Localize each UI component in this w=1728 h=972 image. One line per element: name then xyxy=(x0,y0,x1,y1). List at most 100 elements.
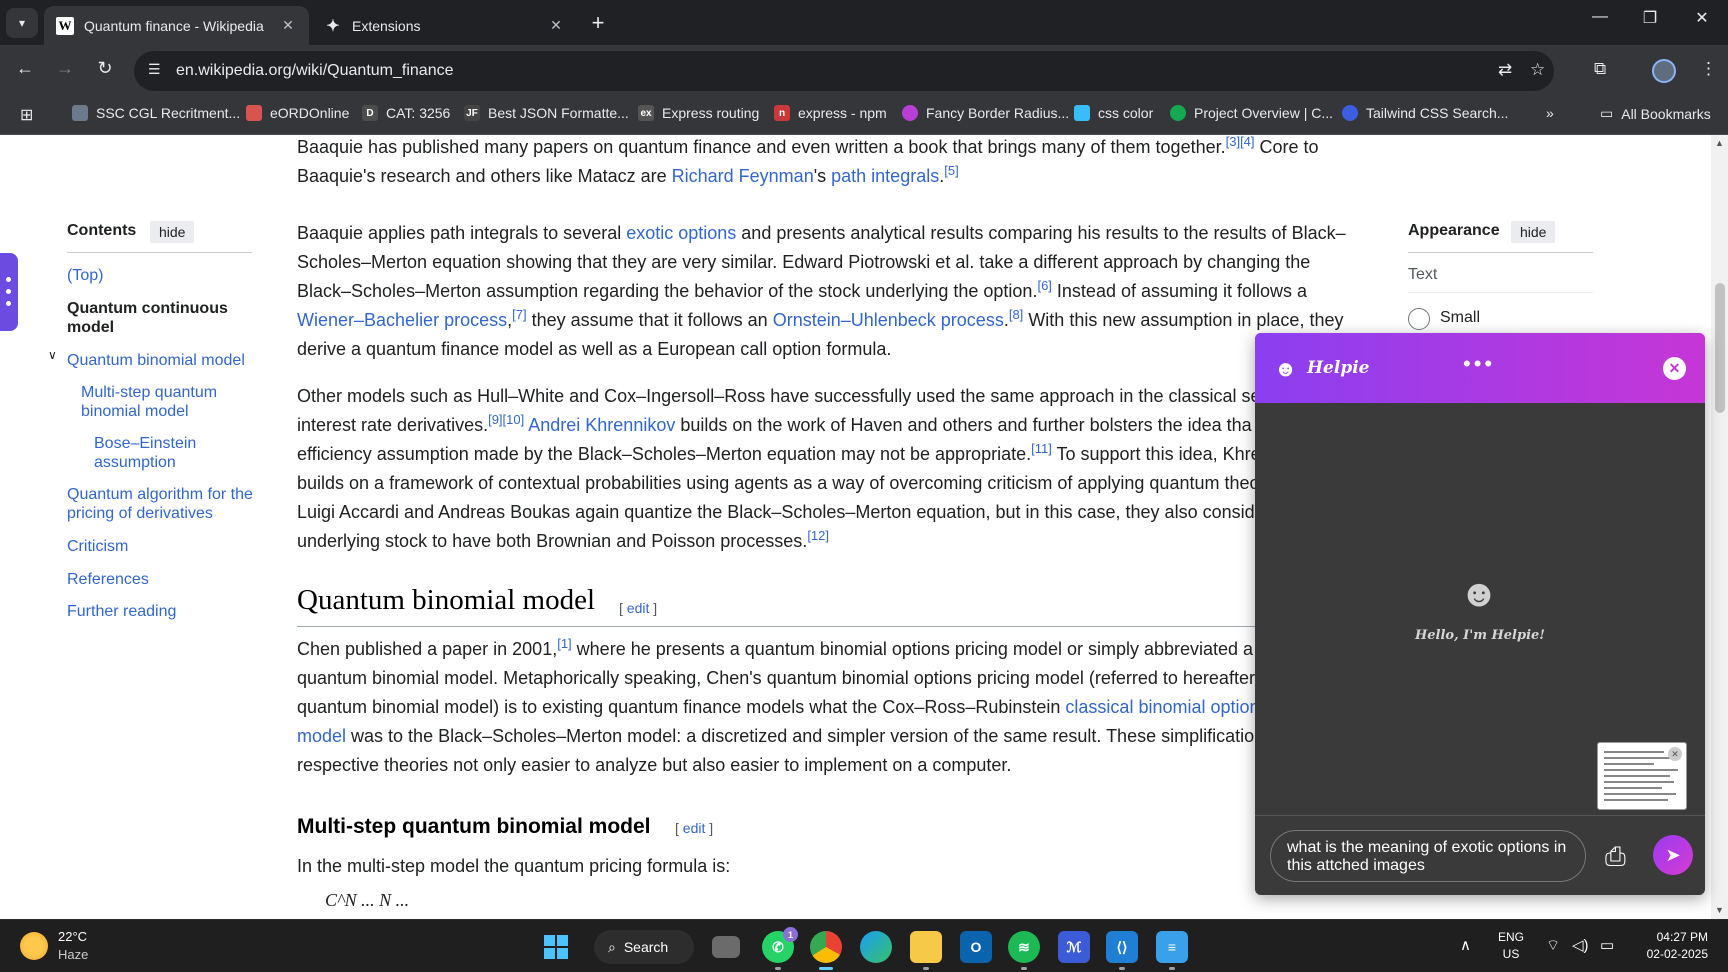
link-wiener-bachelier[interactable]: Wiener–Bachelier process xyxy=(297,310,507,330)
new-tab-button[interactable]: + xyxy=(586,10,610,36)
edit-link[interactable]: edit xyxy=(683,820,706,836)
task-view-icon[interactable] xyxy=(712,936,740,958)
taskbar-search[interactable]: ⌕ Search xyxy=(594,930,694,964)
bookmark-css-color[interactable]: css color xyxy=(1074,105,1153,121)
wifi-icon[interactable]: ⌔ xyxy=(1546,936,1560,955)
helpie-side-handle[interactable] xyxy=(0,253,18,331)
close-tab-icon[interactable]: ✕ xyxy=(547,17,565,34)
more-bookmarks-chevron-icon[interactable]: » xyxy=(1546,105,1554,121)
clock[interactable]: 04:27 PM 02-02-2025 xyxy=(1636,929,1708,963)
page-scrollbar[interactable]: ▲ ▼ xyxy=(1711,135,1728,919)
link-path-integrals[interactable]: path integrals xyxy=(831,166,939,186)
bookmark-eordonline[interactable]: eORDOnline xyxy=(246,105,349,121)
toc-item-criticism[interactable]: Criticism xyxy=(67,537,128,556)
send-button[interactable]: ➤ xyxy=(1653,835,1693,875)
restore-button[interactable]: ❐ xyxy=(1630,8,1670,28)
link-exotic-options[interactable]: exotic options xyxy=(626,223,736,243)
vscode-icon[interactable]: ⟨⟩ xyxy=(1106,931,1138,970)
bookmark-star-icon[interactable]: ☆ xyxy=(1530,60,1545,80)
tab-extensions[interactable]: ✦ Extensions ✕ xyxy=(312,6,577,45)
close-helpie-button[interactable]: ✕ xyxy=(1663,357,1686,380)
toc-item-multi-step[interactable]: Multi-step quantum binomial model xyxy=(81,383,241,421)
bookmark-tailwind[interactable]: Tailwind CSS Search... xyxy=(1342,105,1508,121)
link-model[interactable]: model xyxy=(297,726,346,746)
tab-quantum-finance[interactable]: W Quantum finance - Wikipedia ✕ xyxy=(44,6,309,45)
extensions-icon[interactable]: ⧉ xyxy=(1594,59,1606,79)
toc-item-bose-einstein[interactable]: Bose–Einstein assumption xyxy=(94,434,234,472)
toc-item-references[interactable]: References xyxy=(67,570,149,589)
bookmark-project-overview[interactable]: Project Overview | C... xyxy=(1170,105,1333,121)
toc-hide-button[interactable]: hide xyxy=(150,221,195,243)
minimize-button[interactable]: — xyxy=(1580,8,1620,26)
toc-title: Contents xyxy=(67,222,137,239)
bookmark-json[interactable]: JF Best JSON Formatte... xyxy=(464,105,629,121)
edge-icon[interactable] xyxy=(860,931,892,963)
radio-small-label[interactable]: Small xyxy=(1440,309,1480,327)
url-text[interactable]: en.wikipedia.org/wiki/Quantum_finance xyxy=(176,62,453,80)
citation[interactable]: [5] xyxy=(944,163,958,178)
citation[interactable]: [9][10] xyxy=(488,412,524,427)
bookmark-express-routing[interactable]: ex Express routing xyxy=(638,105,759,121)
attached-screenshot-thumbnail[interactable]: ✕ xyxy=(1597,742,1687,810)
link-andrei-khrennikov[interactable]: Andrei Khrennikov xyxy=(528,415,675,435)
screenshot-camera-icon[interactable]: ⎙ xyxy=(1605,841,1626,873)
forward-button[interactable]: → xyxy=(52,58,78,79)
reload-button[interactable]: ↻ xyxy=(92,58,118,79)
translate-icon[interactable]: ⇄ xyxy=(1498,60,1512,80)
close-tab-icon[interactable]: ✕ xyxy=(279,17,297,34)
radio-small[interactable] xyxy=(1408,308,1430,330)
whatsapp-icon[interactable]: ✆ 1 xyxy=(762,927,798,970)
address-bar[interactable]: ☰ en.wikipedia.org/wiki/Quantum_finance … xyxy=(134,51,1554,91)
scroll-up-icon[interactable]: ▲ xyxy=(1715,138,1724,148)
citation[interactable]: [1] xyxy=(557,636,571,651)
toc-item-further-reading[interactable]: Further reading xyxy=(67,602,176,621)
bookmark-fancy-border[interactable]: Fancy Border Radius... xyxy=(902,105,1069,121)
volume-icon[interactable]: ◁) xyxy=(1572,936,1589,954)
file-explorer-icon[interactable] xyxy=(910,931,942,970)
edit-link[interactable]: edit xyxy=(627,600,650,616)
link-classical-binomial[interactable]: classical binomial option xyxy=(1065,697,1259,717)
scroll-down-icon[interactable]: ▼ xyxy=(1715,905,1724,915)
citation[interactable]: [8] xyxy=(1009,307,1023,322)
apps-icon[interactable]: ⊞ xyxy=(20,105,33,125)
battery-icon[interactable]: ▭ xyxy=(1600,936,1614,954)
helpie-message-input[interactable]: what is the meaning of exotic options in… xyxy=(1270,830,1586,882)
link-richard-feynman[interactable]: Richard Feynman xyxy=(672,166,814,186)
tab-search-button[interactable]: ▾ xyxy=(6,8,38,38)
chevron-down-icon[interactable]: ∨ xyxy=(48,348,57,362)
citation[interactable]: [11] xyxy=(1031,441,1052,456)
show-hidden-icons-chevron[interactable]: ∧ xyxy=(1460,936,1471,954)
scrollbar-thumb[interactable] xyxy=(1715,283,1725,413)
back-button[interactable]: ← xyxy=(12,58,38,79)
more-options-icon[interactable]: ••• xyxy=(1463,351,1495,377)
remove-attachment-icon[interactable]: ✕ xyxy=(1668,747,1682,761)
citation[interactable]: [12] xyxy=(807,528,829,543)
outlook-icon[interactable]: O xyxy=(960,931,992,963)
weather-condition[interactable]: Haze xyxy=(58,947,88,962)
chrome-icon[interactable] xyxy=(810,931,842,970)
toc-item-quantum-algorithm[interactable]: Quantum algorithm for the pricing of der… xyxy=(67,485,257,523)
toc-item-quantum-continuous-model[interactable]: Quantum continuous model xyxy=(67,299,247,337)
bookmark-cat[interactable]: D CAT: 3256 xyxy=(362,105,450,121)
weather-sun-icon[interactable] xyxy=(20,932,48,960)
weather-temperature[interactable]: 22°C xyxy=(58,929,87,944)
citation[interactable]: [7] xyxy=(512,307,526,322)
citation[interactable]: [3][4] xyxy=(1226,135,1255,149)
power-automate-icon[interactable]: ℳ xyxy=(1058,931,1090,963)
toc-item-quantum-binomial-model[interactable]: Quantum binomial model xyxy=(67,351,245,370)
menu-icon[interactable]: ⋮ xyxy=(1700,59,1717,79)
windows-start-icon[interactable] xyxy=(540,931,572,963)
spotify-icon[interactable]: ≋ xyxy=(1008,931,1040,970)
toc-item-top[interactable]: (Top) xyxy=(67,266,103,285)
bookmark-express-npm[interactable]: n express - npm xyxy=(774,105,887,121)
profile-avatar[interactable] xyxy=(1652,59,1676,83)
close-window-button[interactable]: ✕ xyxy=(1682,8,1722,28)
site-info-icon[interactable]: ☰ xyxy=(148,61,161,78)
bookmark-ssc[interactable]: SSC CGL Recritment... xyxy=(72,105,240,121)
citation[interactable]: [6] xyxy=(1037,278,1051,293)
language-indicator[interactable]: ENG US xyxy=(1498,929,1524,963)
notepad-icon[interactable]: ≡ xyxy=(1156,931,1188,970)
appearance-hide-button[interactable]: hide xyxy=(1511,221,1556,243)
link-ornstein-uhlenbeck[interactable]: Ornstein–Uhlenbeck process xyxy=(773,310,1004,330)
all-bookmarks[interactable]: ▭ All Bookmarks xyxy=(1600,105,1711,122)
